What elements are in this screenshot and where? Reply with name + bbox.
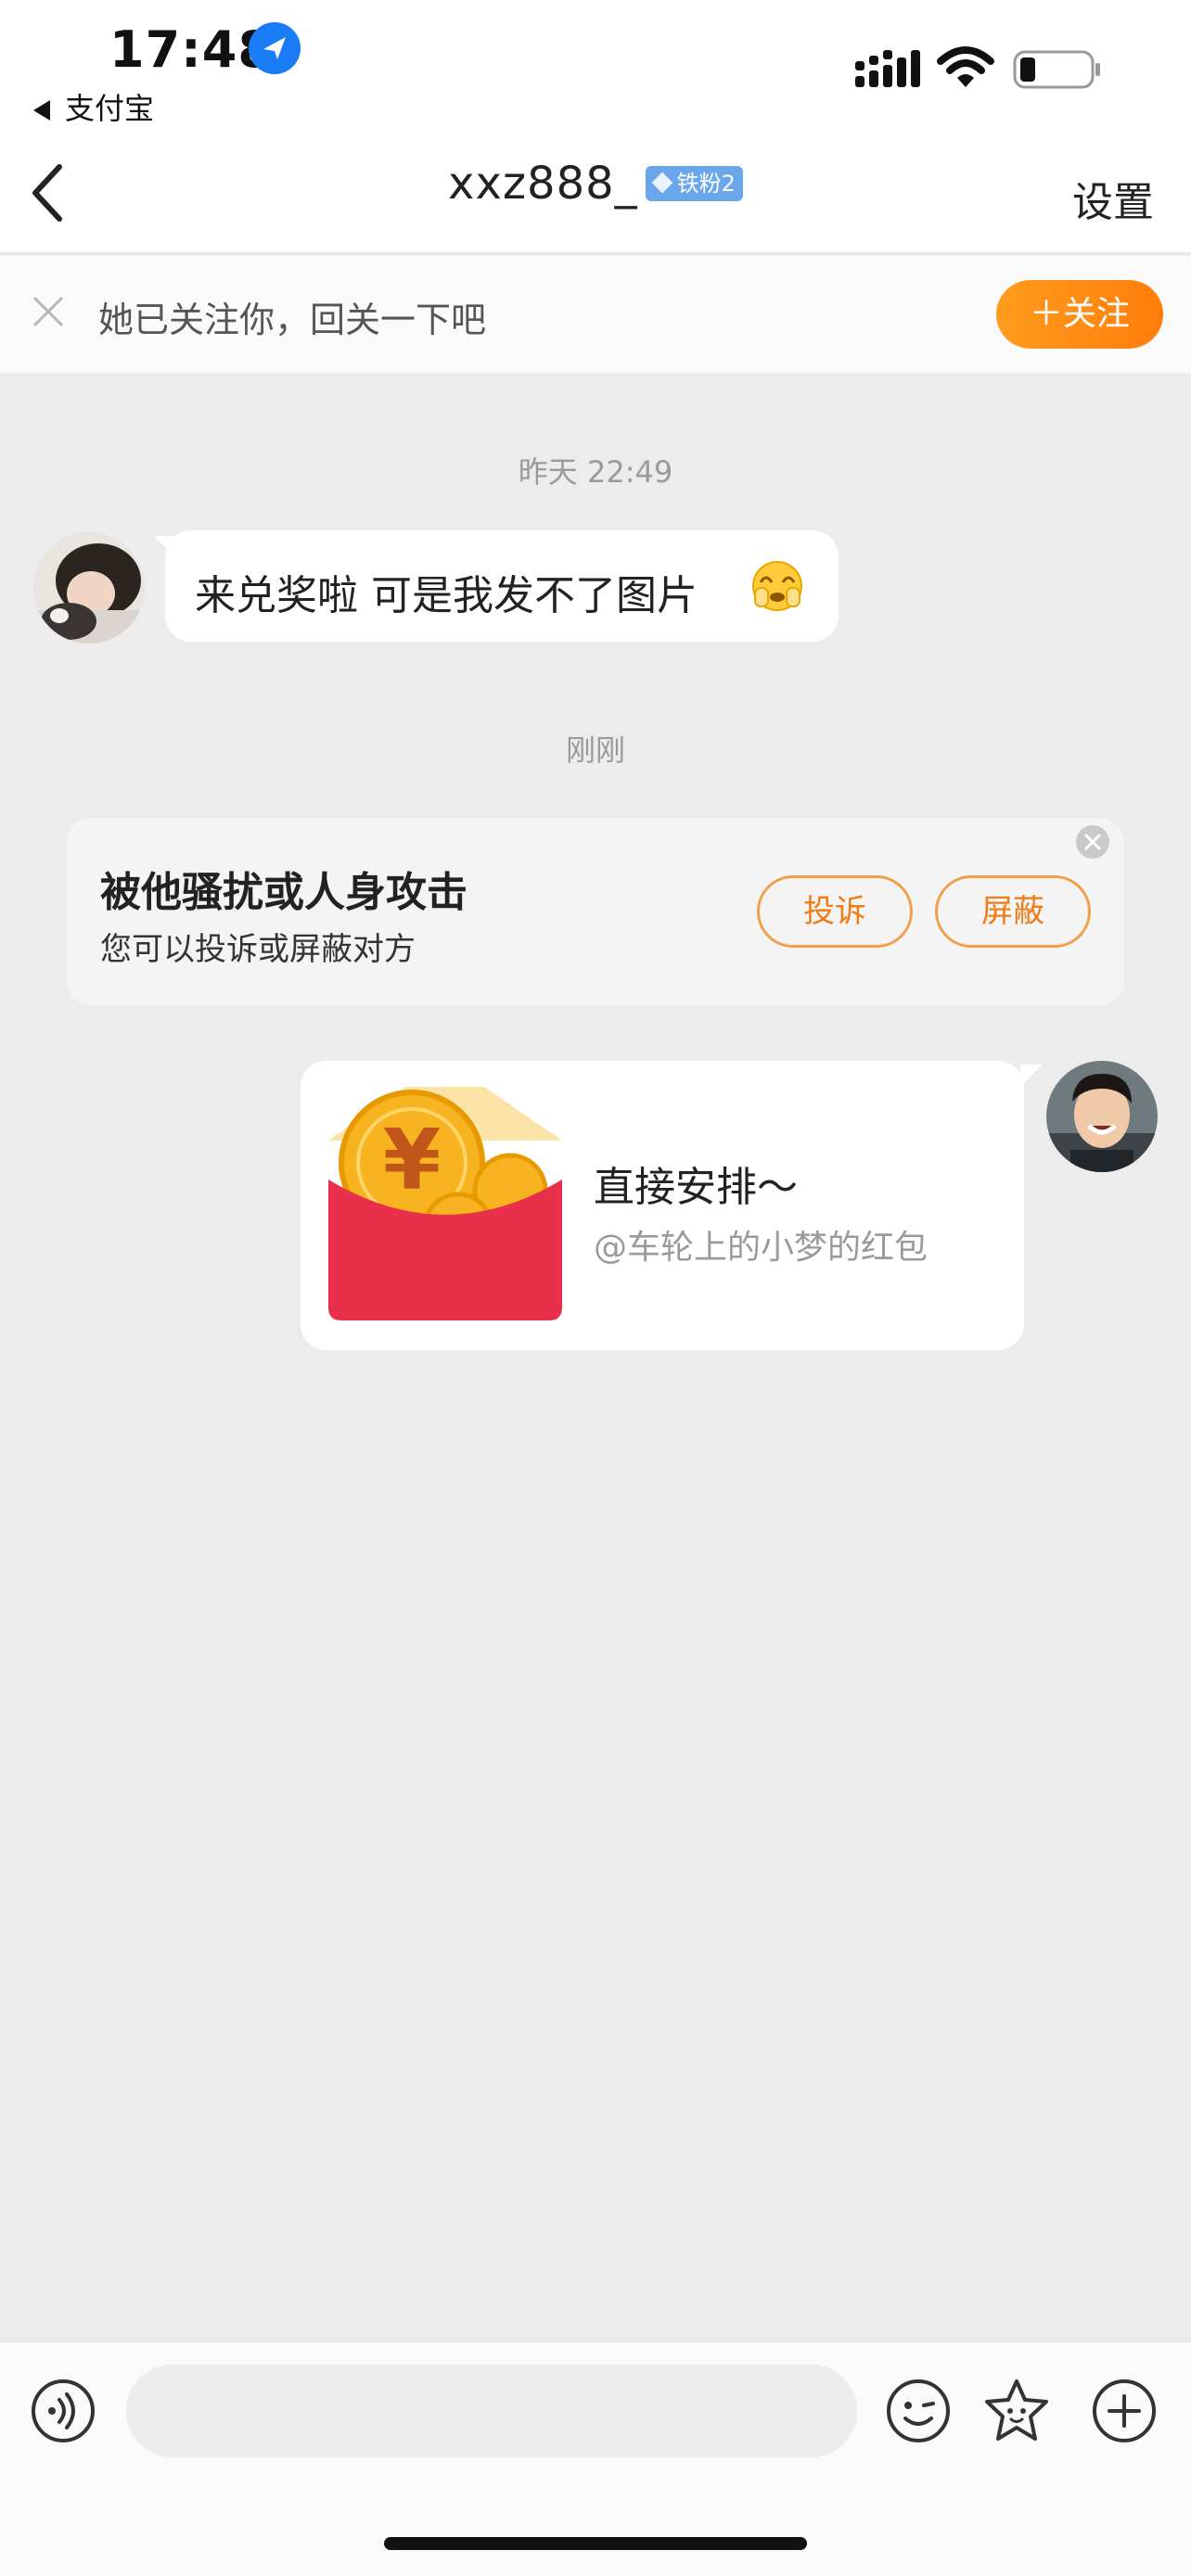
message-timestamp: 昨天 22:49: [518, 454, 673, 490]
svg-text:¥: ¥: [383, 1112, 442, 1209]
add-more-icon[interactable]: [1091, 2378, 1158, 2444]
settings-button[interactable]: 设置: [1072, 169, 1154, 228]
message-text: 来兑奖啦 可是我发不了图片: [195, 572, 698, 619]
message-timestamp: 刚刚: [565, 733, 625, 768]
back-to-app-link[interactable]: 支付宝: [33, 85, 154, 128]
back-app-label: 支付宝: [65, 91, 155, 126]
red-packet-title: 直接安排～: [594, 1164, 798, 1211]
embarrassed-emoji-icon: [752, 561, 802, 611]
home-indicator[interactable]: [384, 2537, 807, 2550]
sticker-icon[interactable]: [983, 2378, 1050, 2444]
follow-button[interactable]: ＋关注: [996, 280, 1163, 349]
fan-level-badge: 铁粉2: [645, 166, 743, 201]
partner-avatar[interactable]: [33, 532, 145, 644]
incoming-message-text: 来兑奖啦 可是我发不了图片: [195, 562, 698, 621]
report-card-title: 被他骚扰或人身攻击: [100, 869, 467, 916]
block-button[interactable]: 屏蔽: [935, 875, 1091, 948]
red-packet-icon: ¥: [328, 1087, 562, 1320]
voice-input-icon[interactable]: [30, 2378, 96, 2444]
message-input[interactable]: [126, 2365, 857, 2457]
location-icon: [249, 22, 301, 74]
emoji-icon[interactable]: [885, 2378, 952, 2444]
nav-title-row: xxz888_ 铁粉2: [0, 158, 1191, 210]
close-card-icon[interactable]: [1076, 825, 1109, 859]
close-icon[interactable]: [32, 295, 65, 328]
back-triangle-icon: [33, 100, 50, 121]
red-packet-subtitle: @车轮上的小梦的红包: [594, 1229, 928, 1267]
my-avatar[interactable]: [1046, 1061, 1158, 1172]
chat-partner-name[interactable]: xxz888_: [448, 158, 638, 210]
cellular-signal-icon: [855, 50, 920, 87]
follow-back-hint: 她已关注你，回关一下吧: [98, 300, 487, 340]
wifi-icon: [937, 46, 994, 87]
complain-button[interactable]: 投诉: [757, 875, 913, 948]
battery-icon: [1013, 50, 1100, 89]
report-card-subtitle: 您可以投诉或屏蔽对方: [100, 931, 416, 968]
fan-badge-label: 铁粉2: [676, 171, 736, 197]
diamond-icon: [651, 172, 672, 194]
